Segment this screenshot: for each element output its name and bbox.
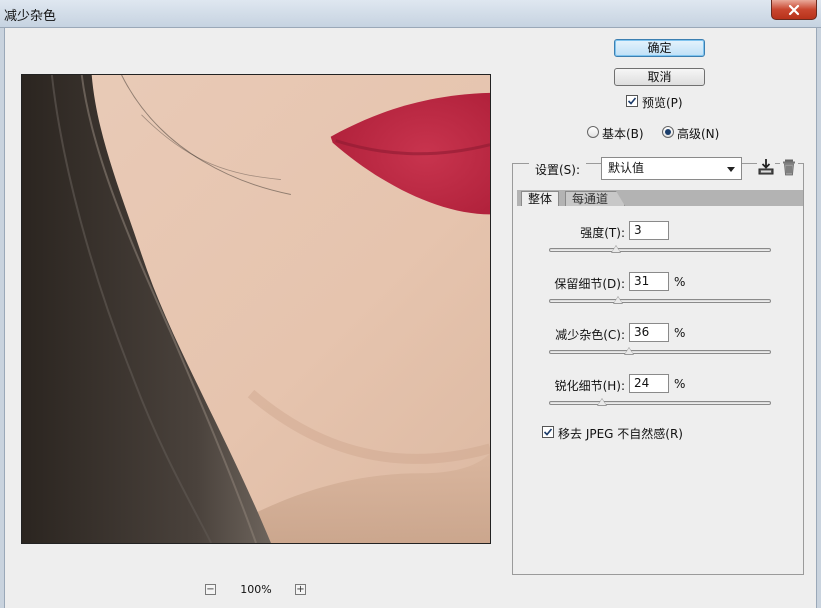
window-title: 减少杂色 bbox=[4, 9, 57, 24]
delete-preset-button[interactable] bbox=[780, 158, 798, 176]
reduce-color-noise-unit: % bbox=[674, 326, 686, 340]
zoom-level: 100% bbox=[240, 583, 272, 596]
tab-bar bbox=[517, 190, 803, 206]
reduce-color-noise-slider-thumb[interactable] bbox=[623, 347, 634, 355]
checkmark-icon bbox=[543, 428, 553, 436]
minus-icon: − bbox=[206, 584, 215, 595]
title-bar: 减少杂色 bbox=[0, 0, 821, 28]
tab-overall[interactable]: 整体 bbox=[521, 191, 560, 206]
sharpen-details-label: 锐化细节(H): bbox=[554, 379, 625, 393]
reduce-color-noise-input[interactable]: 36 bbox=[629, 323, 669, 342]
close-button[interactable] bbox=[771, 0, 817, 20]
preview-image[interactable] bbox=[21, 74, 491, 544]
strength-label: 强度(T): bbox=[580, 226, 625, 240]
save-preset-button[interactable] bbox=[757, 158, 775, 176]
chevron-down-icon bbox=[727, 167, 735, 172]
basic-mode-radio[interactable] bbox=[587, 126, 599, 138]
tab-per-channel[interactable]: 每通道 bbox=[565, 191, 626, 206]
strength-slider-thumb[interactable] bbox=[610, 245, 621, 253]
preserve-details-label: 保留细节(D): bbox=[554, 277, 625, 291]
sharpen-details-slider-thumb[interactable] bbox=[597, 398, 608, 406]
remove-jpeg-artifact-checkbox[interactable] bbox=[542, 426, 554, 438]
settings-label: 设置(S): bbox=[529, 161, 587, 178]
face-closeup-image bbox=[22, 75, 490, 543]
close-icon bbox=[788, 4, 800, 15]
remove-jpeg-artifact-label: 移去 JPEG 不自然感(R) bbox=[558, 427, 683, 441]
strength-slider-track[interactable] bbox=[549, 248, 771, 252]
preview-checkbox[interactable] bbox=[626, 95, 638, 107]
checkmark-icon bbox=[627, 97, 637, 105]
sharpen-details-input[interactable]: 24 bbox=[629, 374, 669, 393]
preserve-details-input[interactable]: 31 bbox=[629, 272, 669, 291]
settings-value: 默认值 bbox=[608, 161, 645, 175]
cancel-button[interactable]: 取消 bbox=[614, 68, 705, 86]
ok-button[interactable]: 确定 bbox=[614, 39, 705, 57]
preserve-details-slider-track[interactable] bbox=[549, 299, 771, 303]
advanced-mode-radio[interactable] bbox=[662, 126, 674, 138]
dialog-body: − 100% + 确定 取消 预览(P) 基本(B) 高级(N) 设置(S): … bbox=[4, 28, 817, 608]
preserve-details-slider-thumb[interactable] bbox=[612, 296, 623, 304]
zoom-out-button[interactable]: − bbox=[205, 584, 216, 595]
basic-mode-label: 基本(B) bbox=[602, 127, 644, 141]
sharpen-details-unit: % bbox=[674, 377, 686, 391]
trash-icon bbox=[783, 159, 795, 176]
reduce-color-noise-slider-track[interactable] bbox=[549, 350, 771, 354]
strength-input[interactable]: 3 bbox=[629, 221, 669, 240]
zoom-in-button[interactable]: + bbox=[295, 584, 306, 595]
sharpen-details-slider-track[interactable] bbox=[549, 401, 771, 405]
save-preset-icon bbox=[758, 159, 774, 175]
settings-select[interactable]: 默认值 bbox=[601, 157, 742, 180]
reduce-color-noise-label: 减少杂色(C): bbox=[555, 328, 625, 342]
preserve-details-unit: % bbox=[674, 275, 686, 289]
advanced-mode-label: 高级(N) bbox=[677, 127, 720, 141]
preview-label: 预览(P) bbox=[642, 96, 683, 110]
plus-icon: + bbox=[296, 584, 305, 595]
